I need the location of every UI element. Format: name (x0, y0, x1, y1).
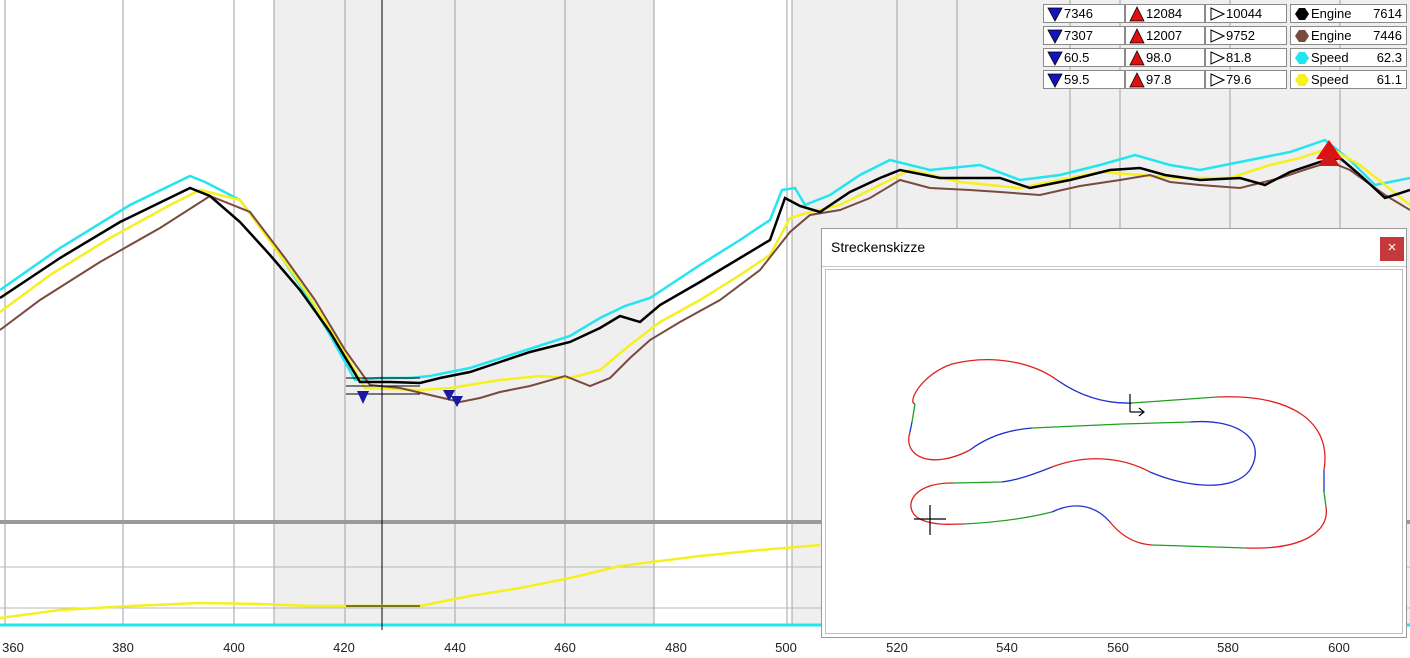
legend-min-0: 7346 (1043, 4, 1125, 23)
series-dot-icon (1294, 72, 1310, 88)
track-segment-blue (1001, 466, 1053, 483)
legend-value: 97.8 (1146, 72, 1172, 87)
legend-value: 9752 (1226, 28, 1255, 43)
x-tick-label: 360 (2, 640, 24, 655)
close-icon: × (1387, 239, 1397, 256)
track-segment-blue (909, 421, 913, 433)
x-tick-label: 540 (996, 640, 1018, 655)
legend-value: 98.0 (1146, 50, 1172, 65)
outline-right-triangle-icon (1209, 6, 1226, 22)
track-segment-red (1245, 506, 1327, 549)
legend-value: 10044 (1226, 6, 1263, 21)
legend-min-3: 59.5 (1043, 70, 1125, 89)
series-dot-icon (1294, 28, 1310, 44)
x-tick-label: 480 (665, 640, 687, 655)
legend-cur-3: 79.6 (1205, 70, 1287, 89)
x-tick-label: 500 (775, 640, 797, 655)
series-name: Speed (1311, 50, 1349, 65)
track-segment-blue (1051, 505, 1111, 523)
series-value: 61.1 (1376, 72, 1402, 87)
x-tick-label: 580 (1217, 640, 1239, 655)
window-titlebar[interactable]: Streckenskizze × (822, 229, 1406, 267)
x-axis: 360 380 400 420 440 460 480 500 520 540 560 580 600 (2, 640, 1350, 655)
legend-value: 7346 (1064, 6, 1093, 21)
track-segment-blue (1056, 379, 1133, 404)
track-map (908, 359, 1327, 549)
legend-value: 59.5 (1064, 72, 1090, 87)
legend-cur-2: 81.8 (1205, 48, 1287, 67)
red-up-triangle-icon (1129, 72, 1145, 88)
x-tick-label: 420 (333, 640, 355, 655)
legend-value: 12084 (1146, 6, 1183, 21)
x-tick-label: 560 (1107, 640, 1129, 655)
track-segment-red (1216, 396, 1326, 471)
x-tick-label: 520 (886, 640, 908, 655)
track-map-canvas[interactable] (825, 269, 1403, 634)
blue-down-triangle-icon (1047, 28, 1063, 44)
series-value: 62.3 (1376, 50, 1402, 65)
x-tick-label: 460 (554, 640, 576, 655)
x-tick-label: 600 (1328, 640, 1350, 655)
legend-cur-1: 9752 (1205, 26, 1287, 45)
red-up-triangle-icon (1129, 28, 1145, 44)
track-segment-blue (1149, 420, 1256, 486)
track-segment-red (910, 482, 965, 525)
track-segment-green (1151, 544, 1247, 549)
series-dot-icon (1294, 6, 1310, 22)
series-name: Engine (1311, 6, 1352, 21)
close-button[interactable]: × (1380, 237, 1404, 261)
track-segment-green (963, 511, 1053, 525)
legend-max-3: 97.8 (1125, 70, 1205, 89)
blue-down-triangle-icon (1047, 50, 1063, 66)
outline-right-triangle-icon (1209, 28, 1226, 44)
track-segment-red (912, 359, 1058, 405)
series-name: Speed (1311, 72, 1349, 87)
legend-min-1: 7307 (1043, 26, 1125, 45)
red-up-triangle-icon (1129, 50, 1145, 66)
x-tick-label: 400 (223, 640, 245, 655)
selection-shade (274, 0, 654, 626)
legend-panel: 7346 12084 10044 Engine 7614 7307 12007 9752 Eng… (1043, 4, 1407, 92)
legend-series-2: Speed 62.3 (1290, 48, 1407, 67)
track-sketch-window[interactable]: Streckenskizze × (821, 228, 1407, 638)
legend-value: 7307 (1064, 28, 1093, 43)
track-segment-green (1031, 421, 1191, 429)
series-dot-icon (1294, 50, 1310, 66)
x-tick-label: 380 (112, 640, 134, 655)
x-tick-label: 440 (444, 640, 466, 655)
legend-min-2: 60.5 (1043, 48, 1125, 67)
track-segment-red (908, 431, 971, 461)
blue-down-triangle-icon (1047, 72, 1063, 88)
legend-max-0: 12084 (1125, 4, 1205, 23)
outline-right-triangle-icon (1209, 72, 1226, 88)
legend-value: 60.5 (1064, 50, 1090, 65)
legend-max-1: 12007 (1125, 26, 1205, 45)
track-segment-green (911, 403, 916, 423)
legend-max-2: 98.0 (1125, 48, 1205, 67)
series-value: 7446 (1373, 28, 1402, 43)
legend-series-1: Engine 7446 (1290, 26, 1407, 45)
legend-value: 12007 (1146, 28, 1183, 43)
legend-series-0: Engine 7614 (1290, 4, 1407, 23)
series-value: 7614 (1373, 6, 1402, 21)
track-segment-red (1109, 521, 1153, 546)
track-segment-green (953, 481, 1003, 484)
start-arrow-icon (1129, 394, 1145, 417)
outline-right-triangle-icon (1209, 50, 1226, 66)
track-segment-blue (969, 427, 1033, 451)
series-name: Engine (1311, 28, 1352, 43)
position-crosshair-icon (914, 505, 946, 535)
blue-down-triangle-icon (1047, 6, 1063, 22)
legend-series-3: Speed 61.1 (1290, 70, 1407, 89)
red-up-triangle-icon (1129, 6, 1145, 22)
track-segment-green (1131, 396, 1218, 404)
track-segment-green (1323, 491, 1327, 508)
track-segment-red (1051, 458, 1151, 473)
legend-cur-0: 10044 (1205, 4, 1287, 23)
legend-value: 81.8 (1226, 50, 1252, 65)
legend-value: 79.6 (1226, 72, 1252, 87)
window-title: Streckenskizze (831, 239, 926, 255)
